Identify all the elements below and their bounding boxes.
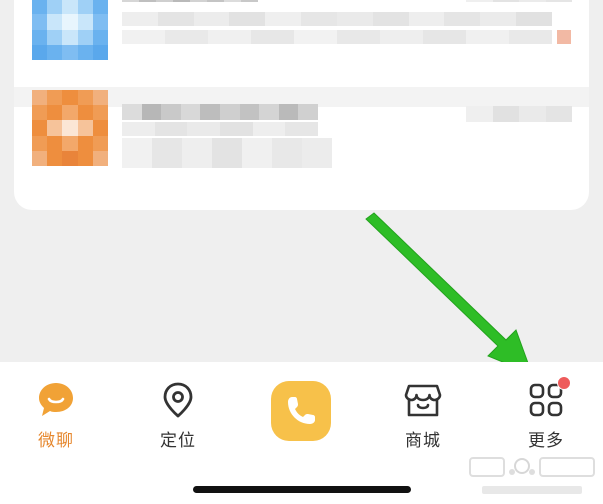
tab-label: 微聊 bbox=[38, 431, 74, 451]
list-item[interactable] bbox=[14, 0, 589, 107]
tab-label: 定位 bbox=[160, 431, 196, 451]
blurred-time bbox=[466, 106, 572, 122]
blurred-preview-2 bbox=[122, 30, 552, 44]
tab-shop[interactable]: 商城 bbox=[383, 380, 463, 451]
avatar bbox=[32, 90, 108, 166]
blurred-preview bbox=[122, 122, 319, 136]
tab-label: 商城 bbox=[405, 431, 441, 451]
blurred-title bbox=[122, 0, 258, 2]
shop-icon bbox=[404, 384, 442, 417]
arrow-icon bbox=[365, 212, 533, 375]
blurred-preview bbox=[122, 12, 552, 26]
avatar bbox=[32, 0, 108, 60]
home-indicator bbox=[193, 486, 411, 493]
chat-bubble-icon bbox=[39, 383, 73, 416]
location-pin-icon bbox=[163, 382, 193, 418]
tab-chat[interactable]: 微聊 bbox=[16, 380, 96, 451]
phone-icon bbox=[288, 397, 315, 424]
blurred-time bbox=[466, 0, 572, 2]
blurred-preview-2 bbox=[122, 138, 332, 168]
blurred-unread-dot bbox=[557, 30, 571, 44]
watermark-logo bbox=[469, 457, 595, 494]
notification-badge bbox=[557, 376, 571, 390]
call-button[interactable] bbox=[271, 381, 331, 441]
list-item[interactable] bbox=[14, 90, 589, 198]
blurred-title bbox=[122, 104, 318, 120]
message-list-card bbox=[14, 0, 589, 210]
tab-more[interactable]: 更多 bbox=[506, 376, 586, 451]
tab-locate[interactable]: 定位 bbox=[138, 380, 218, 451]
